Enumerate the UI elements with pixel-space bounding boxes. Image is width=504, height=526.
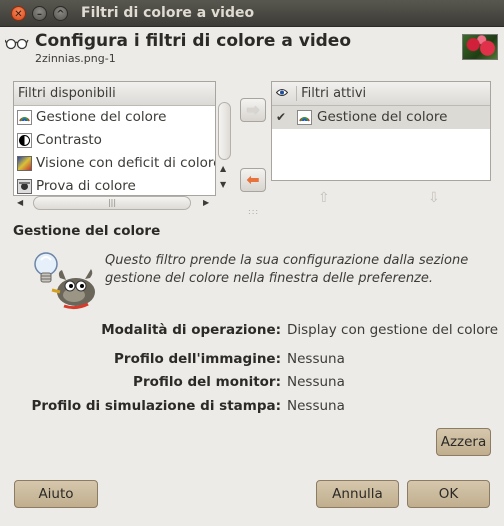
print-simulation-profile-value: Nessuna bbox=[287, 398, 345, 414]
minimize-window-button[interactable]: – bbox=[32, 6, 47, 21]
cancel-button[interactable]: Annulla bbox=[316, 480, 399, 508]
checkbox-checked-icon[interactable]: ✔ bbox=[276, 106, 286, 129]
scroll-right-arrow-icon[interactable]: ▶ bbox=[203, 198, 209, 207]
monitor-profile-value: Nessuna bbox=[287, 374, 345, 390]
active-filters-list[interactable]: Filtri attivi ✔ Gestione del colore bbox=[271, 81, 491, 181]
list-item[interactable]: Gestione del colore bbox=[14, 106, 215, 129]
title-bar: ✕ – ^ Filtri di colore a video bbox=[0, 0, 504, 27]
available-filters-header[interactable]: Filtri disponibili bbox=[14, 82, 215, 106]
move-down-arrow-icon[interactable]: ⇩ bbox=[428, 190, 440, 206]
available-list-vertical-scrollbar[interactable]: ▲ ▼ bbox=[216, 100, 232, 193]
list-item[interactable]: ✔ Gestione del colore bbox=[272, 106, 490, 129]
vertical-scroll-thumb[interactable] bbox=[218, 102, 231, 160]
ok-button[interactable]: OK bbox=[407, 480, 490, 508]
image-profile-value: Nessuna bbox=[287, 351, 345, 367]
color-proof-icon bbox=[17, 179, 32, 194]
print-simulation-profile-label: Profilo di simulazione di stampa: bbox=[31, 398, 281, 414]
list-item[interactable]: Contrasto bbox=[14, 129, 215, 152]
color-management-icon bbox=[17, 110, 32, 125]
operation-mode-label: Modalità di operazione: bbox=[101, 322, 281, 338]
color-deficit-icon bbox=[17, 156, 32, 171]
list-item-label: Contrasto bbox=[36, 132, 102, 148]
list-item-label: Gestione del colore bbox=[36, 109, 167, 125]
available-filters-list[interactable]: Filtri disponibili Gestione del colore C… bbox=[13, 81, 216, 196]
scroll-down-arrow-icon[interactable]: ▼ bbox=[220, 180, 226, 189]
add-filter-button[interactable]: ➡ bbox=[240, 98, 266, 122]
filter-description: Questo filtro prende la sua configurazio… bbox=[105, 253, 469, 286]
pane-resize-grip[interactable]: ::: bbox=[248, 207, 259, 216]
image-thumbnail bbox=[462, 34, 498, 60]
image-name: 2zinnias.png-1 bbox=[35, 52, 116, 65]
reset-button[interactable]: Azzera bbox=[436, 428, 491, 456]
window-title: Filtri di colore a video bbox=[81, 5, 255, 21]
maximize-window-button[interactable]: ^ bbox=[53, 6, 68, 21]
list-item-label: Visione con deficit di colore bbox=[36, 155, 215, 171]
filter-details-title: Gestione del colore bbox=[13, 223, 161, 239]
contrast-icon bbox=[17, 133, 32, 148]
horizontal-scroll-thumb[interactable]: ||| bbox=[33, 196, 191, 210]
scroll-left-arrow-icon[interactable]: ◀ bbox=[17, 198, 23, 207]
dialog-window: ✕ – ^ Filtri di colore a video Configura… bbox=[0, 0, 504, 526]
header-title: Configura i filtri di colore a video bbox=[35, 31, 352, 51]
list-item-label: Gestione del colore bbox=[317, 109, 448, 125]
eye-icon bbox=[272, 82, 292, 105]
glasses-icon bbox=[5, 38, 29, 50]
monitor-profile-label: Profilo del monitor: bbox=[133, 374, 281, 390]
image-profile-label: Profilo dell'immagine: bbox=[114, 351, 281, 367]
list-item[interactable]: Visione con deficit di colore bbox=[14, 152, 215, 175]
gimp-lightbulb-icon bbox=[34, 252, 95, 310]
available-list-horizontal-scrollbar[interactable]: ◀ ||| ▶ bbox=[14, 195, 214, 211]
help-button[interactable]: Aiuto bbox=[14, 480, 98, 508]
remove-filter-button[interactable]: ⬅ bbox=[240, 168, 266, 192]
scroll-up-arrow-icon[interactable]: ▲ bbox=[220, 164, 226, 173]
move-up-arrow-icon[interactable]: ⇧ bbox=[318, 190, 330, 206]
close-window-button[interactable]: ✕ bbox=[11, 6, 26, 21]
active-filters-header[interactable]: Filtri attivi bbox=[272, 82, 490, 106]
operation-mode-value: Display con gestione del colore bbox=[287, 322, 499, 338]
active-filters-label: Filtri attivi bbox=[296, 86, 367, 101]
color-management-icon bbox=[297, 110, 312, 125]
